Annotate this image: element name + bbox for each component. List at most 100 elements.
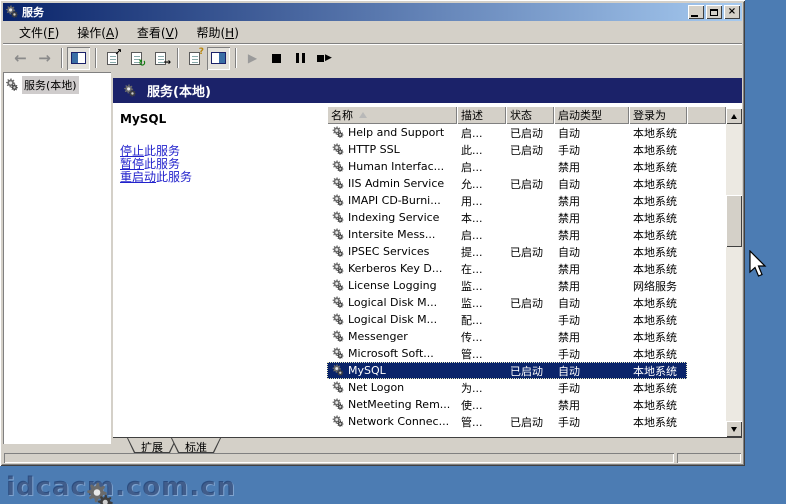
service-row[interactable]: Logical Disk M...配...手动本地系统 bbox=[327, 311, 726, 328]
service-gear-icon bbox=[331, 364, 345, 377]
menu-a[interactable]: 操作(A) bbox=[68, 22, 128, 43]
list-rows: Help and Support启...已启动自动本地系统HTTP SSL此..… bbox=[327, 124, 726, 437]
toolbar-separator bbox=[177, 48, 179, 68]
service-row[interactable]: Microsoft Soft...管...手动本地系统 bbox=[327, 345, 726, 362]
stop-service-icon[interactable] bbox=[265, 47, 288, 70]
services-app-icon bbox=[5, 5, 19, 19]
cell-logon-as: 本地系统 bbox=[629, 159, 687, 175]
service-row[interactable]: NetMeeting Rem...使...禁用本地系统 bbox=[327, 396, 726, 413]
tab-extended[interactable]: 扩展 bbox=[127, 438, 177, 453]
service-gear-icon bbox=[331, 211, 345, 224]
cell-logon-as: 本地系统 bbox=[629, 142, 687, 158]
cell-description: 管... bbox=[457, 414, 506, 430]
cell-status: 已启动 bbox=[506, 176, 554, 192]
service-gear-icon bbox=[331, 381, 345, 394]
service-gear-icon bbox=[331, 415, 345, 428]
minimize-icon bbox=[691, 15, 698, 17]
service-row[interactable]: License Logging监...禁用网络服务 bbox=[327, 277, 726, 294]
services-node-icon bbox=[5, 78, 19, 92]
vertical-scrollbar[interactable] bbox=[726, 108, 742, 437]
menu-v[interactable]: 查看(V) bbox=[128, 22, 188, 43]
scroll-down-icon bbox=[731, 427, 737, 432]
close-button[interactable]: × bbox=[724, 5, 740, 19]
service-row[interactable]: Network Connec...管...已启动手动本地系统 bbox=[327, 413, 726, 430]
cell-startup-type: 手动 bbox=[554, 346, 629, 362]
service-row[interactable]: Human Interfac...启...禁用本地系统 bbox=[327, 158, 726, 175]
title-bar[interactable]: 服务 × bbox=[3, 3, 742, 21]
cell-startup-type: 自动 bbox=[554, 244, 629, 260]
service-row[interactable]: Messenger传...禁用本地系统 bbox=[327, 328, 726, 345]
service-row[interactable]: HTTP SSL此...已启动手动本地系统 bbox=[327, 141, 726, 158]
service-row[interactable]: IMAPI CD-Burni...用...禁用本地系统 bbox=[327, 192, 726, 209]
service-row[interactable]: Logical Disk M...监...已启动自动本地系统 bbox=[327, 294, 726, 311]
service-row[interactable]: Help and Support启...已启动自动本地系统 bbox=[327, 124, 726, 141]
cell-startup-type: 自动 bbox=[554, 363, 629, 379]
service-row[interactable]: Net Logon为...手动本地系统 bbox=[327, 379, 726, 396]
pause-service-icon[interactable] bbox=[289, 47, 312, 70]
column-header-1[interactable]: 描述 bbox=[457, 106, 506, 124]
console-tree-panel: 服务(本地) bbox=[3, 72, 111, 444]
service-link-2[interactable]: 重启动此服务 bbox=[120, 171, 192, 184]
scroll-up-button[interactable] bbox=[726, 108, 742, 124]
cell-startup-type: 禁用 bbox=[554, 397, 629, 413]
cell-logon-as: 网络服务 bbox=[629, 278, 687, 294]
services-banner: 服务(本地) bbox=[113, 78, 742, 103]
service-gear-icon bbox=[331, 126, 345, 139]
menu-f[interactable]: 文件(F) bbox=[10, 22, 68, 43]
start-service-icon[interactable]: ▶ bbox=[241, 47, 264, 70]
menu-bar: 文件(F)操作(A)查看(V)帮助(H) bbox=[3, 22, 742, 43]
service-row[interactable]: Kerberos Key D...在...禁用本地系统 bbox=[327, 260, 726, 277]
tree-item-services-local[interactable]: 服务(本地) bbox=[5, 76, 109, 94]
service-row[interactable]: IPSEC Services提...已启动自动本地系统 bbox=[327, 243, 726, 260]
cell-startup-type: 禁用 bbox=[554, 193, 629, 209]
cell-name: IPSEC Services bbox=[327, 245, 457, 258]
cell-startup-type: 自动 bbox=[554, 295, 629, 311]
tab-standard[interactable]: 标准 bbox=[171, 438, 221, 453]
menu-h[interactable]: 帮助(H) bbox=[187, 22, 247, 43]
toolbar-separator bbox=[235, 48, 237, 68]
export-list-icon[interactable]: → bbox=[149, 47, 172, 70]
column-header-3[interactable]: 启动类型 bbox=[554, 106, 629, 124]
tree-item-label: 服务(本地) bbox=[22, 76, 79, 94]
cell-description: 监... bbox=[457, 278, 506, 294]
refresh-icon[interactable]: ↻ bbox=[125, 47, 148, 70]
cell-startup-type: 手动 bbox=[554, 380, 629, 396]
cell-logon-as: 本地系统 bbox=[629, 210, 687, 226]
banner-title: 服务(本地) bbox=[147, 81, 211, 100]
service-row[interactable]: IIS Admin Service允...已启动自动本地系统 bbox=[327, 175, 726, 192]
service-row[interactable]: Indexing Service本...禁用本地系统 bbox=[327, 209, 726, 226]
column-header-4[interactable]: 登录为 bbox=[629, 106, 687, 124]
cell-startup-type: 手动 bbox=[554, 142, 629, 158]
cell-logon-as: 本地系统 bbox=[629, 125, 687, 141]
restart-service-icon[interactable]: ▶ bbox=[313, 47, 336, 70]
cell-description: 允... bbox=[457, 176, 506, 192]
service-row-selected[interactable]: MySQL已启动自动本地系统 bbox=[327, 362, 726, 379]
list-header: 名称描述状态启动类型登录为 bbox=[327, 106, 726, 124]
maximize-button[interactable] bbox=[706, 5, 722, 19]
service-action-links: 停止此服务暂停此服务重启动此服务 bbox=[120, 145, 192, 184]
show-extended-pane-icon[interactable] bbox=[207, 47, 230, 70]
minimize-button[interactable] bbox=[688, 5, 704, 19]
cell-description: 管... bbox=[457, 346, 506, 362]
cell-logon-as: 本地系统 bbox=[629, 244, 687, 260]
cell-description: 为... bbox=[457, 380, 506, 396]
service-row[interactable]: Intersite Mess...启...禁用本地系统 bbox=[327, 226, 726, 243]
cell-logon-as: 本地系统 bbox=[629, 176, 687, 192]
scroll-thumb[interactable] bbox=[726, 195, 742, 247]
maximize-icon bbox=[710, 9, 718, 16]
services-list: 名称描述状态启动类型登录为 Help and Support启...已启动自动本… bbox=[327, 106, 742, 437]
service-gear-icon bbox=[331, 160, 345, 173]
properties-icon[interactable]: ↗ bbox=[101, 47, 124, 70]
show-console-tree-icon[interactable] bbox=[67, 47, 90, 70]
back-icon[interactable]: ← bbox=[9, 47, 32, 70]
column-header-0[interactable]: 名称 bbox=[327, 106, 457, 124]
selected-service-name: MySQL bbox=[120, 112, 166, 126]
scroll-down-button[interactable] bbox=[726, 421, 742, 437]
cell-description: 传... bbox=[457, 329, 506, 345]
column-header-2[interactable]: 状态 bbox=[506, 106, 554, 124]
cell-name: Microsoft Soft... bbox=[327, 347, 457, 360]
forward-icon[interactable]: → bbox=[33, 47, 56, 70]
banner-services-icon bbox=[123, 84, 137, 98]
help-icon[interactable]: ? bbox=[183, 47, 206, 70]
column-header-filler[interactable] bbox=[687, 106, 726, 124]
